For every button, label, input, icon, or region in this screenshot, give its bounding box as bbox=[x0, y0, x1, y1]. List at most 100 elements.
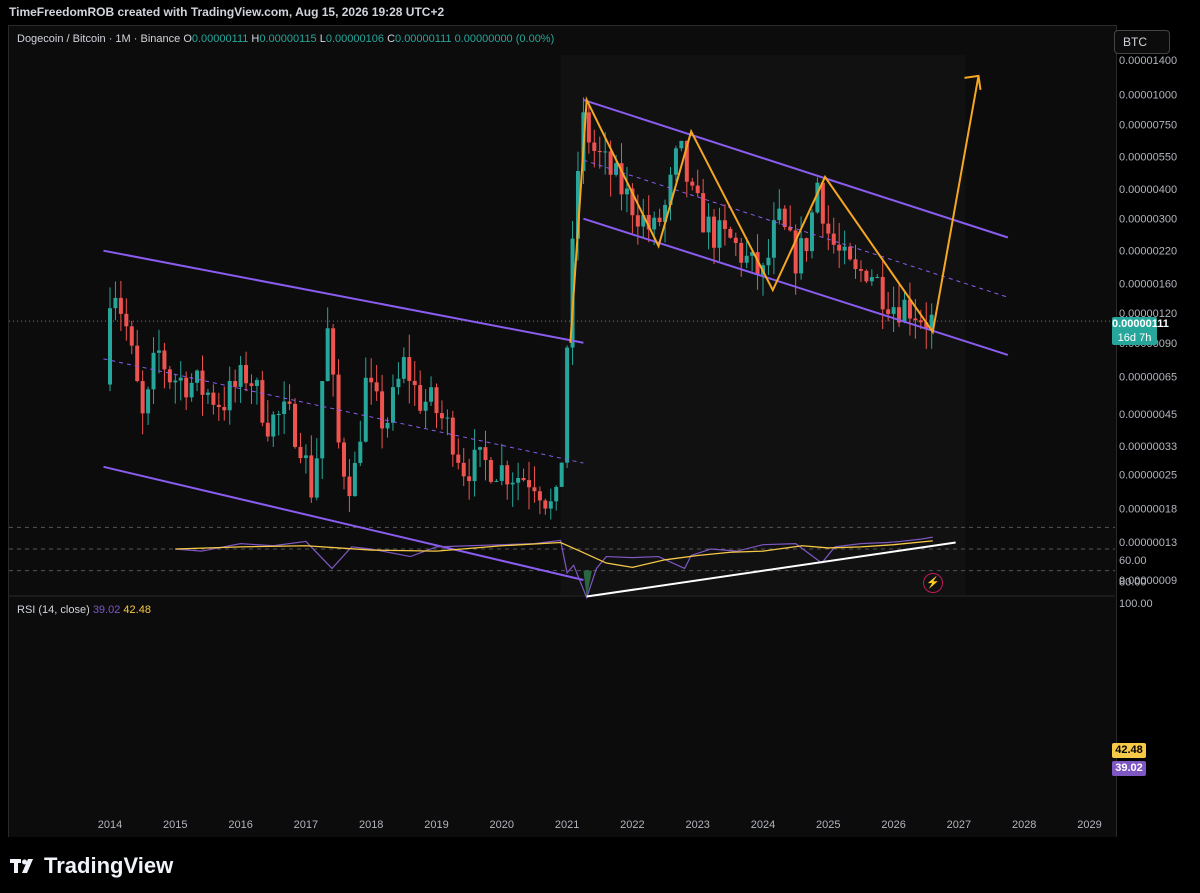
price-tick-label: 0.00000400 bbox=[1119, 184, 1177, 196]
candle-body bbox=[472, 449, 477, 482]
time-tick-label: 2024 bbox=[751, 819, 775, 831]
candle-body bbox=[831, 233, 836, 245]
candle-body bbox=[799, 238, 804, 274]
lightning-icon[interactable]: ⚡ bbox=[923, 573, 943, 593]
price-tick-label: 0.00000025 bbox=[1119, 470, 1177, 482]
time-tick-label: 2015 bbox=[163, 819, 187, 831]
candle-body bbox=[728, 228, 733, 238]
price-tick-label: 0.00000300 bbox=[1119, 214, 1177, 226]
time-tick-label: 2029 bbox=[1077, 819, 1101, 831]
rsi-value-tag: 39.02 bbox=[1112, 761, 1146, 776]
candle-body bbox=[820, 182, 825, 224]
candle-body bbox=[853, 259, 858, 270]
candle-body bbox=[744, 255, 749, 263]
candle-body bbox=[516, 477, 521, 483]
close-value: 0.00000111 bbox=[395, 33, 452, 45]
candle-body bbox=[140, 381, 145, 414]
candle-body bbox=[886, 309, 891, 314]
candle-body bbox=[706, 216, 711, 233]
candle-body bbox=[385, 422, 390, 429]
candle-body bbox=[456, 454, 461, 463]
candle-body bbox=[722, 220, 727, 229]
brand-name: TradingView bbox=[44, 853, 174, 878]
candle-body bbox=[875, 276, 880, 278]
candle-body bbox=[211, 392, 216, 405]
candle-body bbox=[341, 442, 346, 477]
tradingview-logo[interactable]: TradingView bbox=[10, 853, 173, 879]
rsi-legend-ma-value: 42.48 bbox=[123, 604, 151, 616]
candle-body bbox=[374, 382, 379, 392]
time-tick-label: 2026 bbox=[881, 819, 905, 831]
candle-body bbox=[108, 308, 112, 385]
candle-body bbox=[586, 112, 591, 143]
candle-body bbox=[429, 387, 434, 402]
time-tick-label: 2023 bbox=[685, 819, 709, 831]
candle-body bbox=[434, 387, 439, 414]
time-tick-label: 2018 bbox=[359, 819, 383, 831]
candle-body bbox=[195, 370, 200, 383]
symbol-name[interactable]: Dogecoin / Bitcoin · 1M · Binance bbox=[17, 33, 180, 45]
price-tick-label: 0.00001400 bbox=[1119, 55, 1177, 67]
candle-body bbox=[363, 377, 368, 442]
candle-body bbox=[151, 352, 156, 390]
candle-body bbox=[624, 188, 629, 195]
candle-body bbox=[184, 377, 189, 398]
candle-body bbox=[608, 151, 613, 175]
candle-body bbox=[390, 387, 395, 423]
candle-body bbox=[118, 297, 123, 314]
candle-body bbox=[189, 382, 194, 398]
time-tick-label: 2014 bbox=[98, 819, 122, 831]
time-tick-label: 2017 bbox=[294, 819, 318, 831]
candle-body bbox=[559, 462, 564, 487]
symbol-legend[interactable]: Dogecoin / Bitcoin · 1M · Binance O0.000… bbox=[17, 33, 554, 45]
candle-body bbox=[592, 142, 597, 151]
currency-button[interactable]: BTC bbox=[1114, 30, 1170, 54]
candle-body bbox=[499, 465, 504, 481]
rsi-ma-value-tag: 42.48 bbox=[1112, 743, 1146, 758]
candle-body bbox=[505, 465, 510, 485]
chart-canvas[interactable]: 0.00001400 0.00001000 0.00000750 0.00000550… bbox=[0, 0, 1200, 893]
candle-body bbox=[527, 480, 532, 488]
candle-body bbox=[227, 380, 232, 411]
price-tick-label: 0.00000033 bbox=[1119, 441, 1177, 453]
rsi-tick-label: 80.00 bbox=[1119, 576, 1147, 588]
channel-line bbox=[103, 249, 584, 344]
candle-body bbox=[809, 212, 814, 252]
candle-body bbox=[902, 299, 907, 323]
candle-body bbox=[532, 487, 537, 492]
candle-body bbox=[113, 297, 118, 309]
close-label: C bbox=[387, 33, 396, 45]
candle-body bbox=[298, 446, 303, 459]
candle-body bbox=[249, 383, 254, 387]
candle-body bbox=[167, 369, 172, 383]
rsi-label[interactable]: RSI (14, close) bbox=[17, 604, 90, 616]
tradingview-logo-icon bbox=[10, 859, 33, 873]
candle-body bbox=[369, 377, 374, 383]
candle-body bbox=[216, 404, 221, 408]
candle-body bbox=[826, 223, 831, 234]
candle-body bbox=[347, 476, 352, 497]
candle-body bbox=[260, 380, 265, 423]
price-tick-label: 0.00000220 bbox=[1119, 246, 1177, 258]
time-tick-label: 2021 bbox=[555, 819, 579, 831]
candle-body bbox=[690, 181, 695, 186]
candle-body bbox=[238, 365, 243, 387]
candle-body bbox=[439, 413, 444, 419]
candle-body bbox=[178, 377, 183, 381]
price-tick-label: 0.00000065 bbox=[1119, 371, 1177, 383]
candle-body bbox=[401, 357, 406, 379]
candle-body bbox=[565, 347, 570, 463]
candle-body bbox=[309, 455, 314, 498]
candle-body bbox=[679, 140, 684, 149]
candle-body bbox=[739, 242, 744, 263]
candle-body bbox=[848, 246, 853, 260]
rsi-legend-value: 39.02 bbox=[92, 604, 121, 616]
candle-body bbox=[162, 350, 167, 370]
candle-body bbox=[303, 455, 308, 459]
candle-body bbox=[673, 148, 678, 175]
candle-body bbox=[880, 276, 885, 310]
candle-body bbox=[320, 381, 325, 459]
rsi-legend[interactable]: RSI (14, close) 39.02 42.48 bbox=[17, 604, 151, 616]
rsi-tick-label: 100.00 bbox=[1119, 598, 1153, 610]
candle-body bbox=[173, 380, 178, 383]
